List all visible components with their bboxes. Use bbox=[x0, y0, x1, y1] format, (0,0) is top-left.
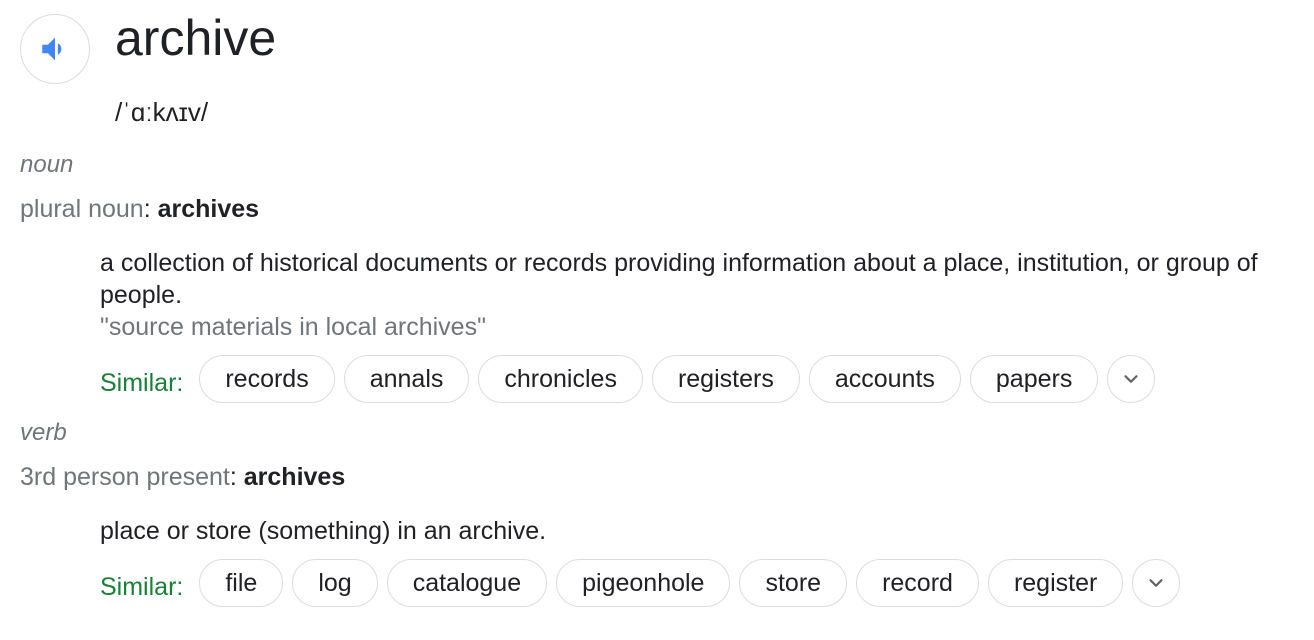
similar-chip-log[interactable]: log bbox=[292, 559, 378, 607]
inflection-separator: : bbox=[229, 463, 237, 491]
similar-chip-file[interactable]: file bbox=[199, 559, 284, 607]
similar-row-verb: Similar: file log catalogue pigeonhole s… bbox=[100, 559, 1181, 607]
inflection-separator: : bbox=[143, 195, 151, 223]
speaker-button[interactable] bbox=[20, 14, 90, 84]
inflection-label: 3rd person present bbox=[20, 463, 230, 491]
speaker-icon bbox=[42, 37, 62, 61]
similar-chip-catalogue[interactable]: catalogue bbox=[386, 559, 548, 607]
chevron-down-icon bbox=[1149, 579, 1163, 587]
inflection-value: archives bbox=[157, 195, 260, 223]
more-similar-button[interactable] bbox=[1107, 355, 1156, 403]
headword: archive bbox=[115, 10, 277, 66]
similar-row-noun: Similar: records annals chronicles regis… bbox=[100, 355, 1156, 403]
similar-label: Similar: bbox=[100, 368, 184, 397]
similar-chip-registers[interactable]: registers bbox=[651, 355, 800, 403]
more-similar-button[interactable] bbox=[1132, 559, 1181, 607]
similar-chip-register[interactable]: register bbox=[987, 559, 1124, 607]
phonetic-transcription: /ˈɑːkʌɪv/ bbox=[115, 97, 209, 127]
inflection-3rd-person: 3rd person present: archives bbox=[20, 462, 345, 492]
similar-chip-papers[interactable]: papers bbox=[969, 355, 1099, 403]
inflection-label: plural noun bbox=[20, 195, 144, 223]
part-of-speech-verb: verb bbox=[20, 419, 67, 446]
inflection-plural: plural noun: archives bbox=[20, 194, 259, 224]
similar-chip-annals[interactable]: annals bbox=[343, 355, 470, 403]
example-noun: "source materials in local archives" bbox=[100, 313, 486, 341]
definition-noun: a collection of historical documents or … bbox=[100, 249, 1258, 309]
similar-chip-accounts[interactable]: accounts bbox=[808, 355, 961, 403]
inflection-value: archives bbox=[243, 463, 346, 491]
similar-chip-record[interactable]: record bbox=[856, 559, 979, 607]
similar-chip-records[interactable]: records bbox=[199, 355, 335, 403]
chevron-down-icon bbox=[1124, 375, 1138, 383]
similar-label: Similar: bbox=[100, 572, 184, 601]
similar-chip-store[interactable]: store bbox=[739, 559, 848, 607]
definition-verb: place or store (something) in an archive… bbox=[100, 517, 547, 545]
similar-chip-pigeonhole[interactable]: pigeonhole bbox=[556, 559, 731, 607]
similar-chip-chronicles[interactable]: chronicles bbox=[478, 355, 643, 403]
part-of-speech-noun: noun bbox=[20, 151, 74, 178]
